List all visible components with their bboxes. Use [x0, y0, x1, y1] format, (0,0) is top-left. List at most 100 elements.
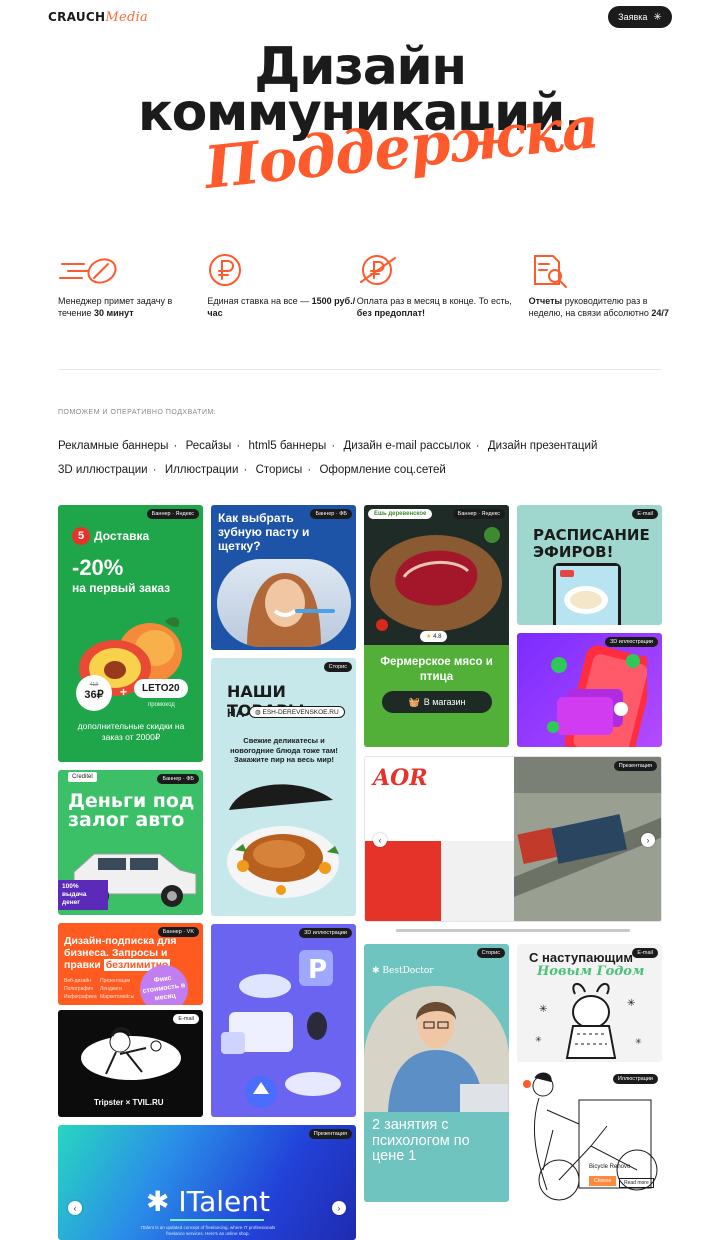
toothpaste-title: Как выбрать зубную пасту и щетку? — [218, 511, 310, 553]
tripster-brand: Tripster × TVIL.RU — [94, 1098, 164, 1107]
request-button[interactable]: Заявка ✳ — [608, 6, 672, 28]
page: CRAUCHMedia Заявка ✳ Дизайн коммуникаций… — [0, 0, 720, 1240]
card-tag: E-mail — [632, 509, 658, 519]
service-stories[interactable]: Сторисы — [256, 464, 303, 476]
feature-rate: Единая ставка на все — 1500 руб./час — [207, 250, 356, 319]
phone-stream-image — [553, 563, 621, 625]
chevron-left-icon: ‹ — [378, 835, 382, 845]
sparkle-icon: ✳ — [653, 11, 662, 23]
portfolio-card-subscription[interactable]: Баннер · VK Дизайн-подписка для бизнеса.… — [58, 923, 203, 1005]
auto-title: Деньги под залог авто — [68, 790, 195, 831]
bestdoctor-title: 2 занятия с психологом по цене 1 — [372, 1117, 470, 1164]
italent-underline — [170, 1219, 264, 1221]
meat-shop-button[interactable]: 🧺 В магазин — [382, 691, 492, 713]
bicycle-readmore-button[interactable]: Read more — [619, 1178, 654, 1188]
bunny-illustration: ✳ ✳ ✳ ✳ — [531, 982, 651, 1060]
card-tag: E-mail — [632, 948, 658, 958]
card-tag: Сторис — [476, 948, 505, 958]
service-email[interactable]: Дизайн e-mail рассылок — [344, 440, 471, 452]
card-tag: Баннер · ФБ — [157, 774, 199, 784]
subscription-col2: Презентации Лендинги Маркетплейсы — [100, 978, 135, 1000]
delivery-subtitle: на первый заказ — [72, 581, 171, 595]
service-resizes[interactable]: Ресайзы — [186, 440, 232, 452]
goods-url-link[interactable]: ◍ ESH-DEREVENSKOE.RU — [249, 706, 345, 718]
portfolio-card-tripster[interactable]: E-mail Tripster × TVIL.RU — [58, 1010, 203, 1117]
card-tag: Баннер · Яндекс — [146, 509, 199, 519]
card-tag: Баннер · Яндекс — [452, 509, 505, 519]
hero: Дизайн коммуникаций. Поддержка — [0, 41, 720, 202]
italent-title: ✱ ITalent — [146, 1185, 270, 1218]
portfolio-card-italent[interactable]: Презентация ✱ ITalent ITalent is an upda… — [58, 1125, 356, 1240]
report-magnifier-icon — [529, 250, 678, 290]
delivery-brand: Доставка — [94, 529, 150, 543]
newyear-script: Новым Годом — [537, 964, 645, 979]
carousel-progress[interactable] — [396, 929, 630, 932]
brand-logo[interactable]: CRAUCHMedia — [48, 10, 148, 25]
ruble-coin-slash-icon — [357, 250, 529, 290]
logo-word: CRAUCH — [48, 10, 106, 24]
service-3d[interactable]: 3D иллюстрации — [58, 464, 148, 476]
svg-text:P: P — [308, 955, 327, 985]
service-illustrations[interactable]: Иллюстрации — [165, 464, 239, 476]
request-button-label: Заявка — [618, 12, 648, 22]
svg-text:✳: ✳ — [535, 1035, 542, 1044]
auto-brand-logo: Creditel — [68, 772, 97, 782]
goods-na: НА — [227, 706, 245, 720]
svg-text:✳: ✳ — [539, 1004, 547, 1015]
portfolio-card-toothpaste[interactable]: Баннер · ФБ Как выбрать зубную пасту и щ… — [211, 505, 356, 650]
service-social[interactable]: Оформление соц.сетей — [319, 464, 445, 476]
service-html5[interactable]: html5 баннеры — [249, 440, 327, 452]
portfolio-card-meat[interactable]: Ешь деревенское Баннер · Яндекс ★ 4.8 Фе… — [364, 505, 509, 747]
phone-3d-image — [547, 643, 655, 747]
carousel-prev-button[interactable]: ‹ — [68, 1201, 82, 1215]
promo-code: LETO20 — [134, 679, 188, 698]
auto-badge: 100% выдача денег — [58, 880, 108, 910]
delivery-discount: -20% — [72, 555, 124, 580]
logo-script: Media — [105, 10, 149, 25]
card-tag: 3D иллюстрации — [299, 928, 352, 938]
roast-duck-image — [221, 770, 351, 910]
portfolio-card-cars3d[interactable]: 3D иллюстрации P — [211, 924, 356, 1117]
portfolio-card-bestdoctor[interactable]: Сторис ✱ BestDoctor 2 занятия с психолог… — [364, 944, 509, 1202]
meat-title: Фермерское мясо и птица — [380, 656, 493, 683]
star-icon: ★ — [426, 634, 432, 640]
bicycle-label: Bicycle Renovo — [589, 1164, 631, 1170]
schedule-title: РАСПИСАНИЕ ЭФИРОВ! — [533, 526, 650, 561]
chevron-right-icon: › — [646, 835, 650, 845]
feature-reports: Отчеты руководителю раз в неделю, на свя… — [529, 250, 678, 319]
portfolio-card-newyear[interactable]: E-mail С наступающим Новым Годом ✳ ✳ ✳ ✳ — [517, 944, 662, 1062]
five-logo-icon: 5 — [72, 527, 90, 545]
service-presentations[interactable]: Дизайн презентаций — [488, 440, 597, 452]
carousel-next-button[interactable]: › — [332, 1201, 346, 1215]
basket-icon: 🧺 — [408, 696, 420, 707]
carousel-prev-button[interactable]: ‹ — [373, 833, 387, 847]
svg-text:✳: ✳ — [627, 998, 635, 1009]
traveler-illustration — [76, 1018, 186, 1088]
feature-payment: Оплата раз в месяц в конце. То есть, без… — [357, 250, 529, 319]
service-banners[interactable]: Рекламные баннеры — [58, 440, 168, 452]
carousel-progress-fill — [396, 929, 630, 932]
portfolio-card-auto[interactable]: Баннер · ФБ Creditel Деньги под залог ав… — [58, 770, 203, 915]
promo-label: промокод — [148, 702, 175, 708]
card-tag: Баннер · ФБ — [310, 509, 352, 519]
container-truck-photo — [514, 757, 661, 921]
card-tag: Презентация — [308, 1129, 352, 1139]
bicycle-choose-button[interactable]: Choose — [589, 1176, 617, 1186]
portfolio-card-bicycle[interactable]: Иллюстрации Bicycle Renovo Choose Read m… — [517, 1070, 662, 1202]
subscription-title: Дизайн-подписка для бизнеса. Запросы и п… — [64, 935, 177, 971]
portfolio-card-presentation[interactable]: AOR Презентация ‹ › — [364, 756, 662, 922]
smiling-woman-photo — [217, 559, 351, 647]
rating-badge: ★ 4.8 — [420, 631, 448, 642]
psychologist-photo — [364, 986, 509, 1112]
presentation-slide-left: AOR — [365, 757, 514, 921]
plus-sign: + — [120, 685, 128, 699]
svg-text:✳: ✳ — [635, 1037, 642, 1046]
services-label: ПОМОЖЕМ И ОПЕРАТИВНО ПОДХВАТИМ: — [58, 409, 217, 416]
portfolio-card-schedule[interactable]: E-mail РАСПИСАНИЕ ЭФИРОВ! — [517, 505, 662, 625]
section-divider — [58, 369, 662, 370]
portfolio-card-delivery[interactable]: Баннер · Яндекс 5 Доставка -20% на первы… — [58, 505, 203, 762]
portfolio-card-goods[interactable]: Сторис НАШИ ТОВАРЫ НА ◍ ESH-DEREVENSKOE.… — [211, 658, 356, 916]
carousel-next-button[interactable]: › — [641, 833, 655, 847]
price-badge: 41₽ 36₽ — [76, 675, 112, 711]
portfolio-card-phone3d[interactable]: 3D иллюстрации — [517, 633, 662, 747]
